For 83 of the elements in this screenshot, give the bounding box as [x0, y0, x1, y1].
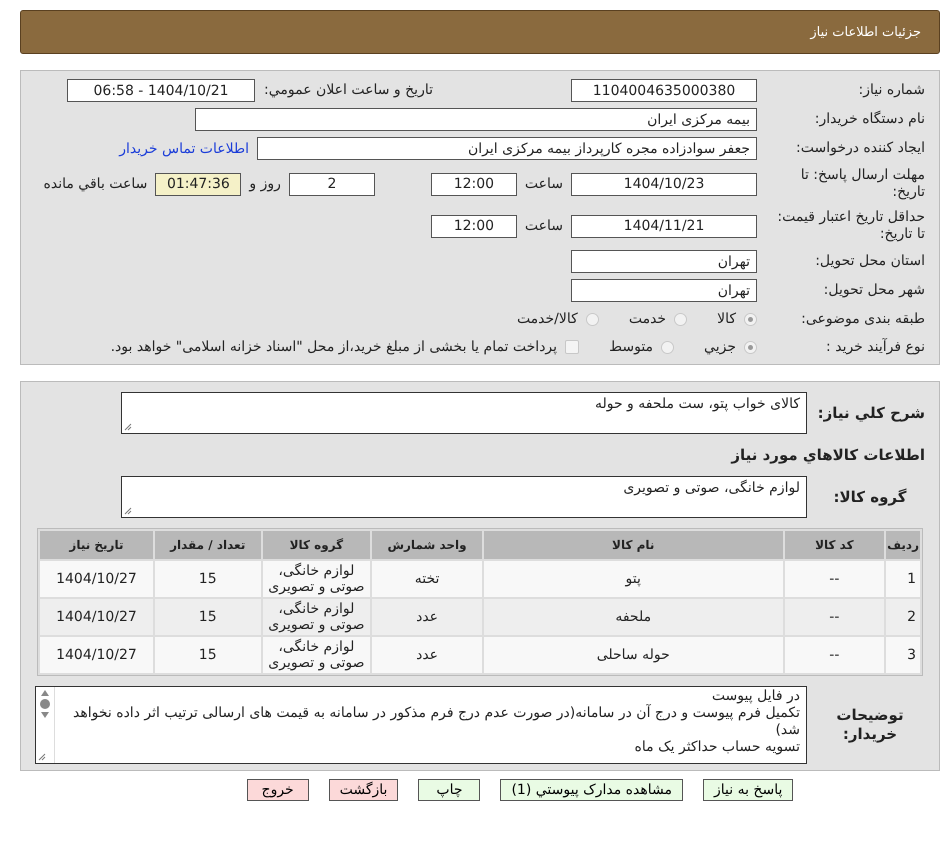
- announce-date-field: 1404/10/21 - 06:58: [67, 79, 255, 102]
- table-cell: عدد: [372, 637, 482, 673]
- scroll-thumb-icon[interactable]: [40, 699, 50, 709]
- field-label: ایجاد کننده درخواست:: [795, 140, 925, 157]
- field-label: گروه کالا:: [832, 488, 908, 506]
- table-cell: --: [784, 561, 884, 597]
- column-header: نام کالا: [484, 531, 783, 559]
- deadline-time-field: 12:00: [430, 172, 517, 196]
- creator-field: جعفر سوادزاده مجره کارپرداز بیمه مرکزی ایران: [257, 137, 757, 160]
- table-cell: 1404/10/27: [40, 561, 153, 597]
- summary-textarea[interactable]: کالای خواب پتو، ست ملحفه و حوله: [121, 392, 807, 434]
- deadline-date-field: 1404/10/23: [571, 172, 757, 196]
- field-label: شرح كلي نیاز:: [816, 404, 925, 422]
- action-button[interactable]: چاپ: [418, 779, 480, 801]
- table-cell: 3: [886, 637, 920, 673]
- resize-grip-icon[interactable]: [124, 507, 132, 515]
- page-title: جزئیات اطلاعات نیاز: [810, 24, 921, 40]
- column-header: واحد شمارش: [372, 531, 482, 559]
- days-label: روز و: [249, 176, 281, 192]
- process-radio[interactable]: متوسط: [609, 339, 674, 355]
- city-field: تهران: [571, 279, 757, 302]
- remaining-time-field: 01:47:36: [155, 172, 242, 196]
- province-field: تهران: [571, 250, 757, 273]
- table-cell: حوله ساحلی: [484, 637, 783, 673]
- table-cell: پتو: [484, 561, 783, 597]
- time-label: ساعت: [524, 176, 563, 192]
- table-cell: --: [784, 637, 884, 673]
- scroll-up-icon[interactable]: [40, 689, 50, 697]
- table-cell: 2: [886, 599, 920, 635]
- treasury-checkbox[interactable]: پرداخت تمام یا بخشی از مبلغ خرید،از محل "اسناد خزانه اسلامی" خواهد بود.: [110, 339, 580, 355]
- section-heading: اطلاعات كالاهاي مورد نیاز: [731, 446, 925, 464]
- column-header: گروه کالا: [262, 531, 370, 559]
- need-number-field: 1104004635000380: [571, 79, 757, 102]
- days-field: 2: [288, 172, 375, 196]
- time-label: ساعت: [524, 218, 563, 234]
- table-cell: 1: [886, 561, 920, 597]
- action-button[interactable]: بازگشت: [328, 779, 398, 801]
- table-cell: --: [784, 599, 884, 635]
- resize-grip-icon[interactable]: [38, 753, 46, 761]
- table-cell: ملحفه: [484, 599, 783, 635]
- table-cell: عدد: [372, 599, 482, 635]
- buyer-field: بیمه مرکزی ایران: [195, 108, 757, 131]
- note-line: تکمیل فرم پیوست و درج آن در سامانه(در صورت عدم درج فرم مذکور در سامانه به قیمت های ارسالی ترتیب اثر داده نخواهد شد): [72, 705, 800, 739]
- resize-grip-icon[interactable]: [124, 423, 132, 431]
- action-button[interactable]: مشاهده مدارک پیوستي (1): [500, 779, 683, 801]
- table-cell: لوازم خانگی، صوتی و تصویری: [262, 561, 370, 597]
- scroll-down-icon[interactable]: [40, 711, 50, 719]
- validity-date-field: 1404/11/21: [571, 214, 757, 238]
- field-label: شهر محل تحویل:: [822, 282, 925, 299]
- field-label: حداقل تاریخ اعتبار قیمت: تا تاریخ:: [776, 209, 925, 243]
- note-line: تسویه حساب حداکثر یک ماه: [634, 739, 800, 756]
- process-radio[interactable]: جزيي: [704, 339, 757, 355]
- column-header: تعداد / مقدار: [154, 531, 261, 559]
- field-label: نوع فرآیند خرید :: [825, 338, 925, 356]
- notes-textarea[interactable]: در فایل پیوست تکمیل فرم پیوست و درج آن در سامانه(در صورت عدم درج فرم مذکور در سامانه به قیمت های ارسالی ترتیب اثر داده نخواهد شد) تسویه حساب حداکثر یک ماه: [35, 686, 807, 764]
- table-cell: لوازم خانگی، صوتی و تصویری: [262, 637, 370, 673]
- validity-time-field: 12:00: [430, 214, 517, 238]
- field-label: مهلت ارسال پاسخ: تا تاریخ:: [800, 167, 925, 201]
- action-button[interactable]: خروج: [246, 779, 309, 801]
- field-label: استان محل تحویل:: [814, 253, 925, 270]
- table-cell: 1404/10/27: [40, 637, 153, 673]
- category-radio[interactable]: کالا/خدمت: [516, 311, 599, 327]
- column-header: کد کالا: [784, 531, 884, 559]
- table-cell: 15: [154, 637, 261, 673]
- field-label: شماره نیاز:: [858, 82, 925, 99]
- field-label: طبقه بندی موضوعی:: [800, 310, 925, 328]
- table-cell: 15: [154, 599, 261, 635]
- field-label: نام دستگاه خریدار:: [814, 111, 925, 128]
- table-cell: تخته: [372, 561, 482, 597]
- table-cell: 1404/10/27: [40, 599, 153, 635]
- category-radio[interactable]: کالا: [717, 311, 757, 327]
- group-textarea[interactable]: لوازم خانگی، صوتی و تصویری: [121, 476, 807, 518]
- table-cell: 15: [154, 561, 261, 597]
- buyer-contact-link[interactable]: اطلاعات تماس خریدار: [119, 140, 249, 156]
- table-cell: لوازم خانگی، صوتی و تصویری: [262, 599, 370, 635]
- column-header: ردیف: [886, 531, 920, 559]
- action-button[interactable]: پاسخ به نیاز: [702, 779, 794, 801]
- remaining-label: ساعت باقي مانده: [44, 176, 148, 192]
- field-label: توضیحات خریدار:: [835, 706, 905, 744]
- note-line: در فایل پیوست: [710, 688, 800, 705]
- column-header: تاریخ نیاز: [40, 531, 153, 559]
- category-radio[interactable]: خدمت: [628, 311, 688, 327]
- field-label: تاریخ و ساعت اعلان عمومي:: [263, 82, 434, 99]
